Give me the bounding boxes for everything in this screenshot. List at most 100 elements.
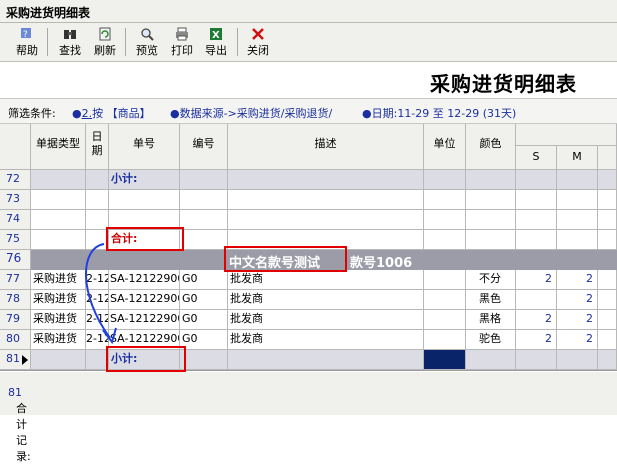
cell-color[interactable]: 驼色 bbox=[466, 330, 516, 350]
row-header[interactable]: 77 bbox=[0, 270, 31, 290]
cell-size-m[interactable]: 2 bbox=[557, 330, 598, 350]
table-cell[interactable] bbox=[31, 190, 86, 210]
subtotal-label[interactable]: 小计: bbox=[109, 170, 180, 190]
table-cell[interactable] bbox=[424, 170, 466, 190]
table-cell[interactable] bbox=[180, 190, 228, 210]
filter-item-date[interactable]: ●日期:11-29 至 12-29 (31天) bbox=[362, 105, 516, 121]
table-cell[interactable] bbox=[228, 210, 424, 230]
table-cell[interactable] bbox=[466, 170, 516, 190]
table-cell[interactable] bbox=[109, 190, 180, 210]
cell-desc[interactable]: 批发商 bbox=[228, 290, 424, 310]
table-cell[interactable] bbox=[86, 190, 109, 210]
help-button[interactable]: ? 帮助 bbox=[12, 25, 42, 59]
table-cell[interactable] bbox=[466, 210, 516, 230]
cell-size-m[interactable]: 2 bbox=[557, 270, 598, 290]
table-cell[interactable] bbox=[598, 310, 617, 330]
filter-item-product[interactable]: ●2.按 【商品】 bbox=[72, 105, 151, 121]
column-header-bill[interactable]: 单号 bbox=[109, 124, 180, 170]
cell-size-s[interactable]: 2 bbox=[516, 330, 557, 350]
row-header[interactable]: 76 bbox=[0, 250, 31, 270]
cell-color[interactable]: 黑色 bbox=[466, 290, 516, 310]
table-cell[interactable] bbox=[228, 350, 424, 370]
row-header[interactable]: 75 bbox=[0, 230, 31, 250]
table-cell[interactable] bbox=[598, 330, 617, 350]
cell-size-s[interactable]: 2 bbox=[516, 270, 557, 290]
column-header-desc[interactable]: 描述 bbox=[228, 124, 424, 170]
row-header[interactable]: 74 bbox=[0, 210, 31, 230]
table-cell[interactable] bbox=[516, 170, 557, 190]
row-header[interactable]: 80 bbox=[0, 330, 31, 350]
cell-desc[interactable]: 批发商 bbox=[228, 310, 424, 330]
table-cell[interactable] bbox=[598, 290, 617, 310]
cell-unit[interactable] bbox=[424, 270, 466, 290]
table-cell[interactable] bbox=[228, 190, 424, 210]
table-cell[interactable] bbox=[598, 350, 617, 370]
table-cell[interactable] bbox=[516, 190, 557, 210]
row-header[interactable]: 73 bbox=[0, 190, 31, 210]
table-cell[interactable] bbox=[180, 210, 228, 230]
selected-cell[interactable] bbox=[424, 350, 466, 370]
column-header-unit[interactable]: 单位 bbox=[424, 124, 466, 170]
row-header[interactable]: 79 bbox=[0, 310, 31, 330]
cell-color[interactable]: 不分 bbox=[466, 270, 516, 290]
cell-size-m[interactable]: 2 bbox=[557, 290, 598, 310]
row-header[interactable]: 72 bbox=[0, 170, 31, 190]
table-cell[interactable] bbox=[557, 190, 598, 210]
column-header-type[interactable]: 单据类型 bbox=[31, 124, 86, 170]
cell-code[interactable]: G0 bbox=[180, 290, 228, 310]
row-header[interactable]: 81 bbox=[0, 350, 31, 370]
table-cell[interactable] bbox=[557, 210, 598, 230]
table-cell[interactable] bbox=[466, 190, 516, 210]
cell-unit[interactable] bbox=[424, 290, 466, 310]
table-cell[interactable] bbox=[557, 350, 598, 370]
table-cell[interactable] bbox=[516, 350, 557, 370]
table-cell[interactable] bbox=[180, 350, 228, 370]
column-header-size-m[interactable]: M bbox=[557, 146, 598, 170]
cell-size-s[interactable]: 2 bbox=[516, 310, 557, 330]
table-cell[interactable] bbox=[598, 190, 617, 210]
table-cell[interactable] bbox=[424, 190, 466, 210]
cell-code[interactable]: G0 bbox=[180, 270, 228, 290]
filter-item-source[interactable]: ●数据来源->采购进货/采购退货/ bbox=[170, 105, 332, 121]
cell-unit[interactable] bbox=[424, 330, 466, 350]
table-cell[interactable] bbox=[180, 230, 228, 250]
cell-code[interactable]: G0 bbox=[180, 310, 228, 330]
table-cell[interactable] bbox=[598, 270, 617, 290]
cell-desc[interactable]: 批发商 bbox=[228, 270, 424, 290]
cell-unit[interactable] bbox=[424, 310, 466, 330]
table-cell[interactable] bbox=[228, 170, 424, 190]
refresh-button[interactable]: 刷新 bbox=[90, 25, 120, 59]
table-cell[interactable] bbox=[466, 230, 516, 250]
table-cell[interactable] bbox=[180, 170, 228, 190]
table-cell[interactable] bbox=[86, 170, 109, 190]
column-header-code[interactable]: 编号 bbox=[180, 124, 228, 170]
table-cell[interactable] bbox=[557, 230, 598, 250]
close-button[interactable]: 关闭 bbox=[243, 25, 273, 59]
table-cell[interactable] bbox=[598, 210, 617, 230]
cell-desc[interactable]: 批发商 bbox=[228, 330, 424, 350]
table-cell[interactable] bbox=[31, 210, 86, 230]
table-cell[interactable] bbox=[424, 230, 466, 250]
column-header-date[interactable]: 日 期 bbox=[86, 124, 109, 170]
print-button[interactable]: 打印 bbox=[167, 25, 197, 59]
preview-button[interactable]: 预览 bbox=[132, 25, 162, 59]
table-cell[interactable] bbox=[598, 170, 617, 190]
cell-color[interactable]: 黑格 bbox=[466, 310, 516, 330]
search-button[interactable]: 查找 bbox=[55, 25, 85, 59]
column-header-size-s[interactable]: S bbox=[516, 146, 557, 170]
cell-code[interactable]: G0 bbox=[180, 330, 228, 350]
table-cell[interactable] bbox=[598, 230, 617, 250]
table-cell[interactable] bbox=[516, 230, 557, 250]
table-cell[interactable] bbox=[516, 210, 557, 230]
row-header[interactable]: 78 bbox=[0, 290, 31, 310]
table-cell[interactable] bbox=[31, 170, 86, 190]
table-cell[interactable] bbox=[466, 350, 516, 370]
cell-size-m[interactable]: 2 bbox=[557, 310, 598, 330]
table-cell[interactable] bbox=[31, 350, 86, 370]
table-cell[interactable] bbox=[424, 210, 466, 230]
column-header-color[interactable]: 颜色 bbox=[466, 124, 516, 170]
table-cell[interactable] bbox=[557, 170, 598, 190]
column-header-size-next[interactable] bbox=[598, 146, 617, 170]
export-button[interactable]: X 导出 bbox=[201, 25, 231, 59]
cell-size-s[interactable] bbox=[516, 290, 557, 310]
